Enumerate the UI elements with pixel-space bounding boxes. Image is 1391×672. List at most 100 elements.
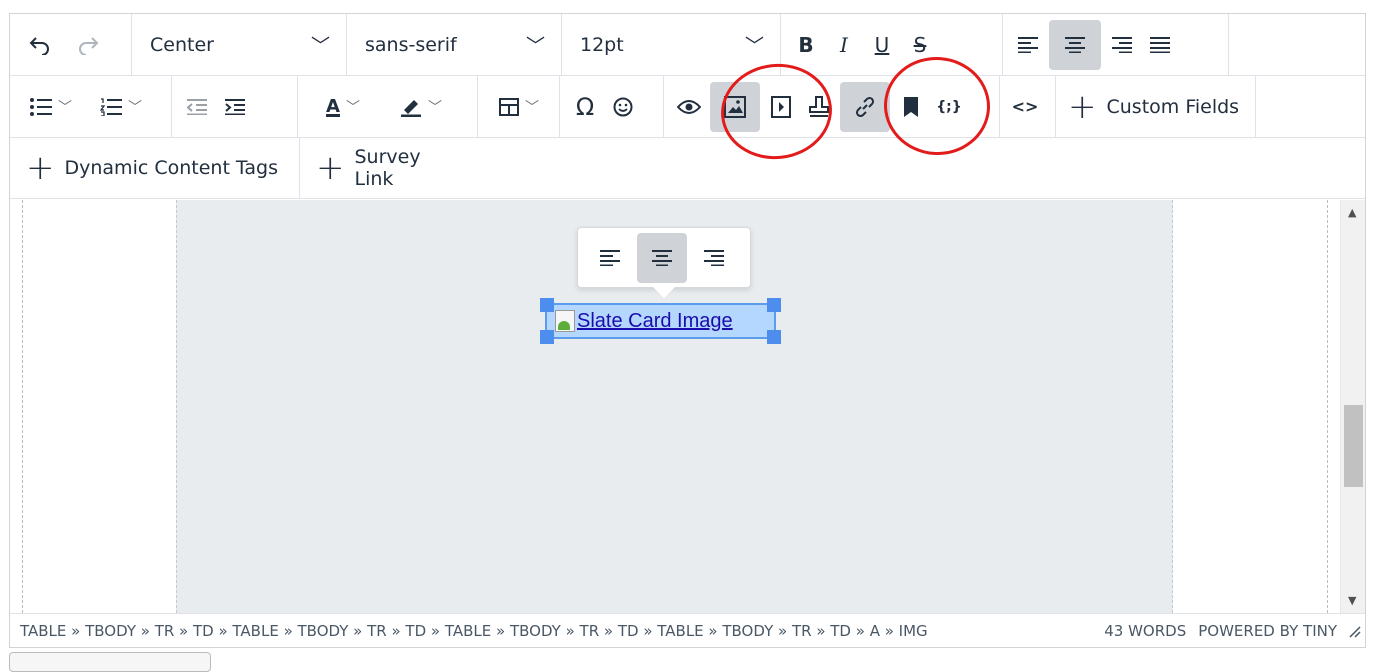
table-group: ﹀ <box>478 76 560 137</box>
status-bar: TABLE » TBODY » TR » TD » TABLE » TBODY … <box>10 613 1365 647</box>
font-family-value: sans-serif <box>365 33 457 56</box>
resize-handle-bottom-left[interactable] <box>540 330 554 344</box>
resize-handle-top-right[interactable] <box>767 298 781 312</box>
align-right-icon <box>1112 36 1132 53</box>
chevron-down-icon: ﹀ <box>128 99 142 116</box>
plus-icon: + <box>1068 86 1097 127</box>
popover-align-left-button[interactable] <box>585 233 635 283</box>
block-format-value: Center <box>150 33 214 56</box>
toolbar-row-1: Center ﹀ sans-serif ﹀ 12pt ﹀ B I U S <box>10 14 1365 76</box>
color-group: A ﹀ ﹀ <box>298 76 478 137</box>
resize-handle-top-left[interactable] <box>540 298 554 312</box>
selected-image-link[interactable]: Slate Card Image <box>545 303 776 339</box>
bullet-list-icon <box>30 97 52 116</box>
image-align-popover <box>577 227 751 288</box>
chevron-down-icon: ﹀ <box>58 99 72 116</box>
resize-handle-icon[interactable] <box>1347 624 1361 638</box>
indent-icon <box>225 98 245 115</box>
toolbar-row-3: + Dynamic Content Tags + Survey Link <box>10 138 1365 199</box>
indent-button[interactable] <box>218 82 252 132</box>
popover-align-right-button[interactable] <box>689 233 739 283</box>
dynamic-content-tags-button[interactable]: + Dynamic Content Tags <box>10 138 294 198</box>
align-center-button[interactable] <box>1049 19 1101 70</box>
undo-button[interactable] <box>18 20 62 70</box>
eye-icon <box>677 99 701 114</box>
dynamic-tags-group: + Dynamic Content Tags <box>10 138 300 198</box>
bold-button[interactable]: B <box>789 20 823 70</box>
broken-image-icon <box>555 310 575 332</box>
custom-fields-group: + Custom Fields <box>1056 76 1256 137</box>
align-group <box>1003 14 1229 75</box>
plus-icon: + <box>26 148 55 188</box>
outdent-icon <box>187 98 207 115</box>
list-group: ﹀ ﹀ <box>10 76 172 137</box>
text-color-button[interactable]: A ﹀ <box>306 82 380 132</box>
element-path[interactable]: TABLE » TBODY » TR » TD » TABLE » TBODY … <box>20 622 1104 640</box>
undo-icon <box>29 36 49 55</box>
align-left-button[interactable] <box>1011 20 1045 70</box>
toolbar-row-2: ﹀ ﹀ A ﹀ ﹀ ﹀ Ω {;} <> + Custom Fields <box>10 76 1365 138</box>
source-code-button[interactable]: <> <box>1008 82 1042 132</box>
numbered-list-button[interactable]: ﹀ <box>88 82 154 132</box>
underline-button[interactable]: U <box>865 20 899 70</box>
bullet-list-button[interactable]: ﹀ <box>18 82 84 132</box>
chevron-down-icon: ﹀ <box>345 99 360 116</box>
popover-arrow <box>653 287 675 298</box>
align-center-icon <box>652 249 672 266</box>
outdent-button[interactable] <box>180 82 214 132</box>
table-guide-left <box>22 200 23 613</box>
preview-button[interactable] <box>672 82 706 132</box>
partial-button-below[interactable] <box>9 652 211 672</box>
block-format-select[interactable]: Center ﹀ <box>132 14 347 75</box>
survey-link-button[interactable]: + Survey Link <box>300 138 480 198</box>
history-group <box>10 14 132 75</box>
font-size-select[interactable]: 12pt ﹀ <box>562 14 781 75</box>
emoji-icon <box>613 97 633 116</box>
chevron-down-icon: ﹀ <box>310 35 330 57</box>
redo-button[interactable] <box>66 20 110 70</box>
survey-link-label: Survey Link <box>354 146 421 190</box>
scroll-up-arrow-icon[interactable]: ▲ <box>1348 206 1356 219</box>
font-family-select[interactable]: sans-serif ﹀ <box>347 14 562 75</box>
align-center-icon <box>1065 36 1085 53</box>
highlight-color-button[interactable]: ﹀ <box>384 82 458 132</box>
dynamic-content-tags-label: Dynamic Content Tags <box>64 157 279 179</box>
italic-button[interactable]: I <box>827 20 861 70</box>
popover-align-center-button[interactable] <box>637 232 687 283</box>
special-char-button[interactable]: Ω <box>568 82 602 132</box>
justify-button[interactable] <box>1143 20 1177 70</box>
chevron-down-icon: ﹀ <box>428 99 442 116</box>
resize-handle-bottom-right[interactable] <box>767 330 781 344</box>
indent-group <box>172 76 298 137</box>
source-group: <> <box>1000 76 1056 137</box>
scroll-thumb[interactable] <box>1344 405 1363 487</box>
insert-link-button[interactable] <box>840 81 890 132</box>
content-scrollbar[interactable]: ▲ ▼ <box>1340 200 1365 613</box>
chevron-down-icon: ﹀ <box>744 35 764 57</box>
align-right-icon <box>704 249 724 266</box>
align-right-button[interactable] <box>1105 20 1139 70</box>
scroll-down-arrow-icon[interactable]: ▼ <box>1348 594 1356 607</box>
chevron-down-icon: ﹀ <box>525 35 545 57</box>
emoji-button[interactable] <box>606 82 640 132</box>
plus-icon: + <box>316 148 345 188</box>
font-size-value: 12pt <box>580 33 624 56</box>
numbered-list-icon <box>100 97 122 116</box>
insert-char-group: Ω <box>560 76 664 137</box>
table-guide-right <box>1327 200 1328 613</box>
format-group: B I U S <box>781 14 1003 75</box>
word-count[interactable]: 43 WORDS <box>1104 622 1186 640</box>
chevron-down-icon: ﹀ <box>525 99 539 116</box>
link-icon <box>855 96 875 117</box>
powered-by-brand[interactable]: POWERED BY TINY <box>1198 622 1337 640</box>
table-button[interactable]: ﹀ <box>486 82 552 132</box>
align-left-icon <box>600 249 620 266</box>
custom-fields-label: Custom Fields <box>1106 95 1240 118</box>
image-alt-text[interactable]: Slate Card Image <box>577 310 733 333</box>
redo-icon <box>79 36 99 55</box>
highlighter-icon <box>401 99 421 117</box>
custom-fields-button[interactable]: + Custom Fields <box>1062 76 1245 137</box>
table-icon <box>499 97 519 116</box>
text-color-icon: A <box>326 96 340 117</box>
align-left-icon <box>1018 36 1038 53</box>
